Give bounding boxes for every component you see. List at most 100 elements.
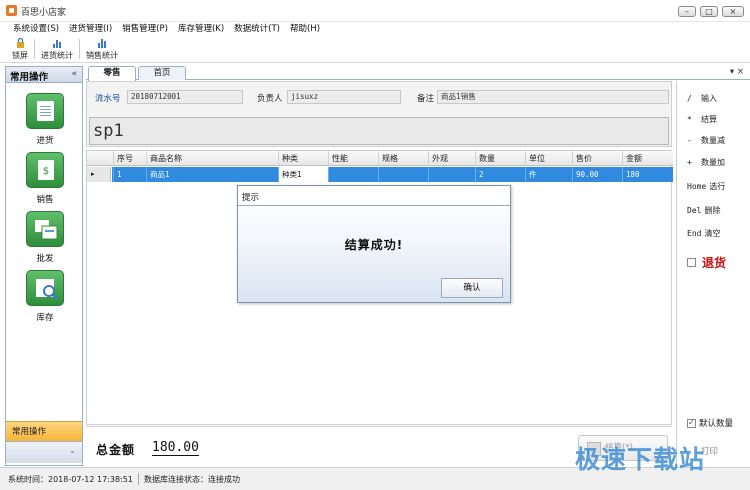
tab-retail[interactable]: 零售	[88, 66, 136, 81]
sales-icon: $	[26, 152, 64, 188]
shortcut-key: /	[687, 94, 692, 103]
menu-help[interactable]: 帮助(H)	[285, 22, 325, 36]
manager-label: 负责人	[257, 94, 283, 104]
sidebar: 常用操作 « 进货 $ 销售 批发 库存 常用操作 ⌄	[5, 66, 83, 466]
col-name[interactable]: 商品名称	[146, 151, 278, 166]
sidebar-collapse-button[interactable]: «	[71, 69, 77, 79]
shortcut-key: Home	[687, 182, 707, 191]
serial-label: 流水号	[95, 94, 121, 104]
shortcut-panel: / 输入 * 结算 - 数量减 + 数量加 Home 选行 Del 删除 End 清空 退货 …	[676, 81, 750, 466]
shortcut-input: / 输入	[687, 93, 717, 104]
col-spec[interactable]: 规格	[378, 151, 428, 166]
refund-label: 退货	[702, 256, 727, 270]
shortcut-label: 选行	[709, 182, 726, 191]
shortcut-label: 清空	[704, 229, 721, 238]
toolbar-divider	[34, 39, 35, 59]
tab-bar: 零售 首页 ▾ ×	[86, 64, 750, 81]
default-qty-toggle[interactable]: 默认数量	[687, 417, 733, 429]
cell-amount: 180	[622, 167, 673, 182]
wholesale-icon	[26, 211, 64, 247]
dialog-title-bar: 提示	[238, 186, 510, 206]
cell-performance	[328, 167, 378, 182]
close-button[interactable]: ×	[722, 6, 744, 17]
purchase-icon	[26, 93, 64, 129]
lock-screen-button[interactable]: 锁屏	[8, 36, 32, 62]
sidebar-item-inventory[interactable]: 库存	[26, 270, 64, 323]
shortcut-key: End	[687, 229, 702, 238]
window-title: 百思小店家	[21, 8, 67, 18]
note-field[interactable]: 商品1销售	[437, 90, 669, 104]
shortcut-label: 输入	[701, 94, 717, 103]
status-time: 系统时间：2018-07-12 17:38:51	[8, 474, 133, 484]
total-amount: 180.00	[152, 440, 199, 456]
table-header: 序号 商品名称 种类 性能 规格 外观 数量 单位 售价 金额	[87, 151, 673, 166]
shortcut-key: +	[687, 158, 692, 167]
tab-home[interactable]: 首页	[138, 66, 186, 80]
menu-purchase[interactable]: 进货管理(I)	[64, 22, 117, 36]
note-label: 备注	[417, 94, 435, 104]
status-db: 数据库连接状态：连接成功	[143, 474, 240, 484]
cell-qty: 2	[475, 167, 525, 182]
bar-chart-icon	[97, 38, 108, 48]
sidebar-title: 常用操作	[10, 72, 49, 83]
menu-system-settings[interactable]: 系统设置(S)	[8, 22, 64, 36]
serial-field[interactable]: 20180712001	[127, 90, 243, 104]
lock-screen-label: 锁屏	[12, 51, 28, 60]
row-indicator-icon: ▸	[87, 167, 111, 182]
menu-sales[interactable]: 销售管理(P)	[117, 22, 173, 36]
shortcut-label: 删除	[704, 206, 721, 215]
refund-toggle[interactable]: 退货	[687, 254, 726, 271]
cell-category[interactable]: 种类1	[278, 167, 328, 182]
shortcut-qty-minus: - 数量减	[687, 135, 725, 146]
maximize-button[interactable]: □	[700, 6, 718, 17]
menu-inventory[interactable]: 库存管理(K)	[173, 22, 229, 36]
menu-statistics[interactable]: 数据统计(T)	[229, 22, 285, 36]
col-price[interactable]: 售价	[572, 151, 622, 166]
shortcut-key: *	[687, 115, 692, 124]
purchase-stats-button[interactable]: 进货统计	[37, 36, 77, 62]
sidebar-item-label: 批发	[36, 254, 54, 264]
col-appearance[interactable]: 外观	[428, 151, 478, 166]
sidebar-item-label: 进货	[36, 136, 54, 146]
cell-name: 商品1	[146, 167, 278, 182]
shortcut-settle: * 结算	[687, 114, 717, 125]
success-dialog: 提示 结算成功! 确认	[237, 185, 511, 303]
app-logo-icon	[6, 5, 17, 16]
sales-stats-label: 销售统计	[86, 51, 118, 60]
sales-stats-button[interactable]: 销售统计	[82, 36, 122, 62]
table-row[interactable]: 1 商品1 种类1 2 件 90.00 180	[112, 167, 673, 182]
sidebar-footer: 常用操作 ⌄	[6, 421, 82, 465]
cell-unit: 件	[525, 167, 572, 182]
product-scan-input[interactable]: sp1	[89, 117, 669, 145]
shortcut-key: Del	[687, 206, 702, 215]
col-no[interactable]: 序号	[113, 151, 146, 166]
col-amount[interactable]: 金额	[622, 151, 673, 166]
tab-menu-close-icons[interactable]: ▾ ×	[730, 67, 744, 77]
sidebar-bottom-bar: ⌄	[6, 441, 82, 463]
col-unit[interactable]: 单位	[525, 151, 575, 166]
dialog-message: 结算成功!	[344, 238, 404, 252]
total-label: 总金额	[96, 443, 136, 457]
refund-checkbox[interactable]	[687, 258, 696, 267]
chevron-down-icon[interactable]: ⌄	[69, 446, 76, 455]
cell-spec	[378, 167, 428, 182]
minimize-button[interactable]: –	[678, 6, 696, 17]
watermark-text: 极速下载站	[575, 445, 706, 474]
title-bar: 百思小店家 – □ ×	[0, 0, 750, 22]
inventory-icon	[26, 270, 64, 306]
sidebar-common-ops-tab[interactable]: 常用操作	[6, 421, 82, 441]
dialog-ok-button[interactable]: 确认	[441, 278, 503, 298]
manager-field[interactable]: jisuxz	[287, 90, 401, 104]
menu-bar: 系统设置(S) 进货管理(I) 销售管理(P) 库存管理(K) 数据统计(T) …	[0, 22, 750, 36]
col-qty[interactable]: 数量	[475, 151, 525, 166]
cell-no: 1	[113, 167, 146, 182]
sidebar-item-wholesale[interactable]: 批发	[26, 211, 64, 264]
sidebar-header: 常用操作 «	[6, 67, 82, 83]
default-qty-checkbox[interactable]	[687, 418, 696, 428]
sidebar-item-sales[interactable]: $ 销售	[26, 152, 64, 205]
sidebar-item-purchase[interactable]: 进货	[26, 93, 64, 146]
svg-text:$: $	[43, 166, 49, 177]
col-performance[interactable]: 性能	[328, 151, 378, 166]
shortcut-label: 数量加	[701, 158, 725, 167]
col-category[interactable]: 种类	[278, 151, 328, 166]
